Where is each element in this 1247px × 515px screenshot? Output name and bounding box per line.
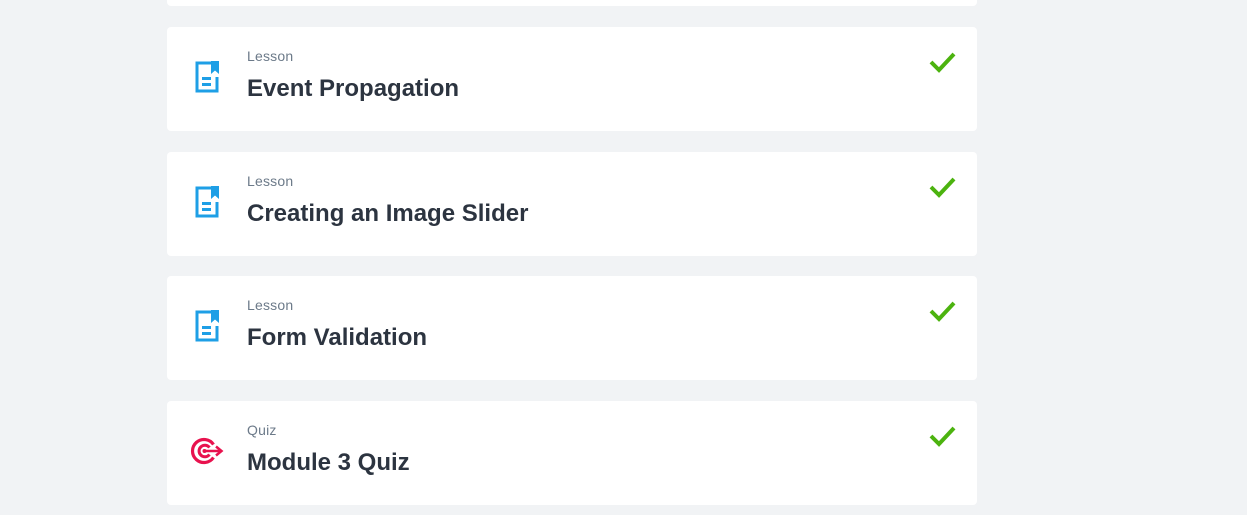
list-item-event-propagation[interactable]: Lesson Event Propagation — [167, 27, 977, 131]
lesson-document-icon — [189, 184, 225, 220]
check-icon — [927, 172, 957, 202]
item-title: Creating an Image Slider — [247, 200, 529, 227]
lesson-document-icon — [189, 59, 225, 95]
check-icon — [927, 47, 957, 77]
item-title: Form Validation — [247, 324, 428, 351]
list-item-form-validation[interactable]: Lesson Form Validation — [167, 276, 977, 380]
check-icon — [927, 296, 957, 326]
item-kind-label: Lesson — [247, 297, 294, 313]
item-kind-label: Lesson — [247, 48, 294, 64]
lesson-document-icon — [189, 308, 225, 344]
item-kind-label: Quiz — [247, 422, 277, 438]
item-title: Module 3 Quiz — [247, 449, 410, 476]
check-icon — [927, 421, 957, 451]
quiz-target-icon — [189, 433, 225, 469]
item-title: Event Propagation — [247, 75, 460, 102]
list-item-partial[interactable] — [167, 0, 977, 6]
list-item-creating-image-slider[interactable]: Lesson Creating an Image Slider — [167, 152, 977, 256]
item-kind-label: Lesson — [247, 173, 294, 189]
list-item-module-3-quiz[interactable]: Quiz Module 3 Quiz — [167, 401, 977, 505]
